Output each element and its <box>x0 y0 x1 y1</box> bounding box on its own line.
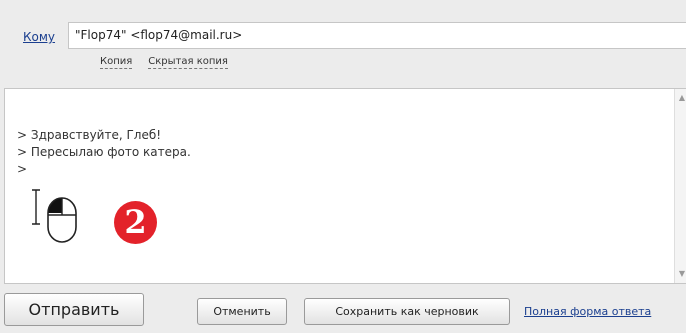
copy-links: Копия Скрытая копия <box>100 56 228 69</box>
send-button[interactable]: Отправить <box>4 293 144 326</box>
quoted-line: > Пересылаю фото катера. <box>17 145 191 159</box>
full-reply-form-link[interactable]: Полная форма ответа <box>524 305 651 318</box>
scroll-down-icon[interactable]: ▼ <box>675 267 686 281</box>
to-link[interactable]: Кому <box>23 30 55 44</box>
scroll-up-icon[interactable]: ▲ <box>675 91 686 105</box>
text-cursor-icon <box>32 189 40 225</box>
save-draft-button[interactable]: Сохранить как черновик <box>304 298 510 325</box>
cancel-button[interactable]: Отменить <box>197 298 287 325</box>
step-number-badge: 2 <box>114 201 157 244</box>
mouse-left-click-icon <box>47 197 77 243</box>
quoted-line: > Здравствуйте, Глеб! <box>17 128 162 142</box>
cc-link[interactable]: Копия <box>100 56 133 69</box>
bcc-link[interactable]: Скрытая копия <box>148 56 228 69</box>
to-field[interactable]: "Flop74" <flop74@mail.ru> <box>68 22 686 49</box>
quoted-text: > Здравствуйте, Глеб! > Пересылаю фото к… <box>17 127 191 178</box>
quoted-line: > <box>17 162 28 176</box>
message-body-editor[interactable]: > Здравствуйте, Глеб! > Пересылаю фото к… <box>4 88 686 284</box>
scrollbar[interactable]: ▲ ▼ <box>674 89 686 283</box>
